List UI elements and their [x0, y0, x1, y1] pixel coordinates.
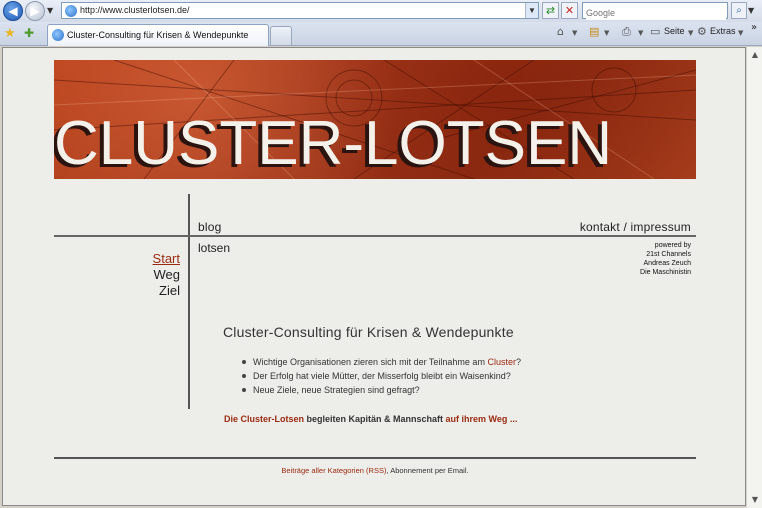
- side-menu: Start Weg Ziel: [103, 251, 180, 299]
- nav-link-lotsen[interactable]: lotsen: [198, 241, 230, 255]
- history-dropdown-icon[interactable]: ▼: [47, 6, 53, 15]
- refresh-button[interactable]: ⇄: [542, 2, 559, 19]
- back-button[interactable]: ◀: [3, 1, 23, 21]
- powered-by-link-andreas-zeuch[interactable]: Andreas Zeuch: [640, 259, 691, 268]
- page-dropdown-icon[interactable]: ▼: [688, 29, 693, 37]
- header-banner: CLUSTER-LOTSEN: [54, 60, 696, 179]
- search-options-icon[interactable]: ▼: [748, 2, 758, 19]
- back-arrow-icon: ◀: [8, 4, 18, 18]
- tab-bar: ★ ✚ Cluster-Consulting für Krisen & Wend…: [0, 22, 762, 46]
- bullet-text: Wichtige Organisationen zieren sich mit …: [253, 357, 488, 367]
- side-menu-item-weg[interactable]: Weg: [103, 267, 181, 283]
- extras-dropdown-icon[interactable]: ▼: [738, 29, 743, 37]
- scroll-down-arrow-icon[interactable]: ▼: [748, 493, 762, 507]
- tagline-middle: begleiten Kapitän & Mannschaft: [304, 414, 446, 424]
- bullet-list: Wichtige Organisationen zieren sich mit …: [242, 355, 521, 397]
- page-globe-icon: [65, 5, 77, 17]
- home-dropdown-icon[interactable]: ▼: [572, 29, 577, 37]
- extras-menu[interactable]: Extras: [710, 26, 736, 36]
- powered-by-block: powered by 21st Channels Andreas Zeuch D…: [640, 241, 691, 277]
- vertical-divider: [188, 194, 190, 409]
- home-icon[interactable]: ⌂: [557, 25, 564, 38]
- page-menu[interactable]: Seite: [664, 26, 685, 36]
- nav-link-kontakt-impressum[interactable]: kontakt / impressum: [580, 220, 691, 234]
- powered-by-link-die-maschinistin[interactable]: Die Maschinistin: [640, 268, 691, 277]
- stop-button[interactable]: ✕: [561, 2, 578, 19]
- add-favorite-icon[interactable]: ✚: [24, 26, 34, 40]
- forward-button[interactable]: ▶: [25, 1, 45, 21]
- side-menu-item-ziel[interactable]: Ziel: [103, 283, 180, 299]
- chevron-more-icon[interactable]: »: [751, 22, 757, 33]
- bullet-suffix: ?: [515, 357, 521, 367]
- search-box[interactable]: [582, 2, 728, 20]
- tagline-ellipsis: ...: [507, 414, 518, 424]
- new-tab-button[interactable]: [270, 26, 292, 45]
- side-menu-item-start[interactable]: Start: [103, 251, 180, 267]
- auf-ihrem-weg-link[interactable]: auf ihrem Weg: [446, 414, 508, 424]
- powered-by-link-21st-channels[interactable]: 21st Channels: [640, 250, 691, 259]
- vertical-scrollbar[interactable]: ▲ ▼: [746, 47, 762, 508]
- nav-link-blog[interactable]: blog: [198, 220, 222, 234]
- rss-link[interactable]: Beiträge aller Kategorien (RSS): [281, 466, 386, 475]
- address-dropdown-icon[interactable]: ▼: [525, 3, 538, 18]
- list-item: Der Erfolg hat viele Mütter, der Misserf…: [242, 369, 521, 383]
- search-icon[interactable]: ⌕: [731, 2, 747, 19]
- footer-divider: [54, 457, 696, 459]
- browser-toolbar: ◀ ▶ ▼ http://www.clusterlotsen.de/ ▼ ⇄ ✕…: [0, 0, 762, 22]
- bullet-text: Der Erfolg hat viele Mütter, der Misserf…: [253, 371, 511, 381]
- horizontal-divider: [54, 235, 696, 237]
- cluster-link[interactable]: Cluster: [487, 357, 516, 367]
- tab-title: Cluster-Consulting für Krisen & Wendepun…: [67, 30, 249, 40]
- page-headline: Cluster-Consulting für Krisen & Wendepun…: [223, 324, 514, 340]
- page-viewport: CLUSTER-LOTSEN blog kontakt / impressum …: [2, 47, 746, 506]
- cluster-lotsen-link[interactable]: Die Cluster-Lotsen: [224, 414, 304, 424]
- footer: Beiträge aller Kategorien (RSS), Abonnem…: [3, 466, 745, 475]
- forward-arrow-icon: ▶: [30, 4, 40, 18]
- print-dropdown-icon[interactable]: ▼: [638, 29, 643, 37]
- feeds-icon[interactable]: ▤: [589, 25, 599, 38]
- print-icon[interactable]: ⎙: [622, 25, 631, 39]
- list-item: Wichtige Organisationen zieren sich mit …: [242, 355, 521, 369]
- scroll-up-arrow-icon[interactable]: ▲: [748, 48, 762, 62]
- footer-text: , Abonnement per Email.: [386, 466, 469, 475]
- feeds-dropdown-icon[interactable]: ▼: [604, 29, 609, 37]
- favorites-star-icon[interactable]: ★: [4, 26, 16, 41]
- gear-icon: ⚙: [697, 25, 707, 38]
- list-item: Neue Ziele, neue Strategien sind gefragt…: [242, 383, 521, 397]
- tab-page-icon: [52, 29, 64, 41]
- tagline: Die Cluster-Lotsen begleiten Kapitän & M…: [224, 414, 517, 424]
- bullet-text: Neue Ziele, neue Strategien sind gefragt…: [253, 385, 420, 395]
- tab-current[interactable]: Cluster-Consulting für Krisen & Wendepun…: [47, 24, 269, 46]
- banner-title: CLUSTER-LOTSEN: [54, 109, 613, 178]
- search-input[interactable]: [586, 6, 726, 20]
- page-menu-icon: ▭: [650, 25, 661, 38]
- address-url[interactable]: http://www.clusterlotsen.de/: [80, 5, 190, 15]
- powered-by-label: powered by: [654, 242, 691, 249]
- address-bar[interactable]: http://www.clusterlotsen.de/ ▼: [61, 2, 539, 19]
